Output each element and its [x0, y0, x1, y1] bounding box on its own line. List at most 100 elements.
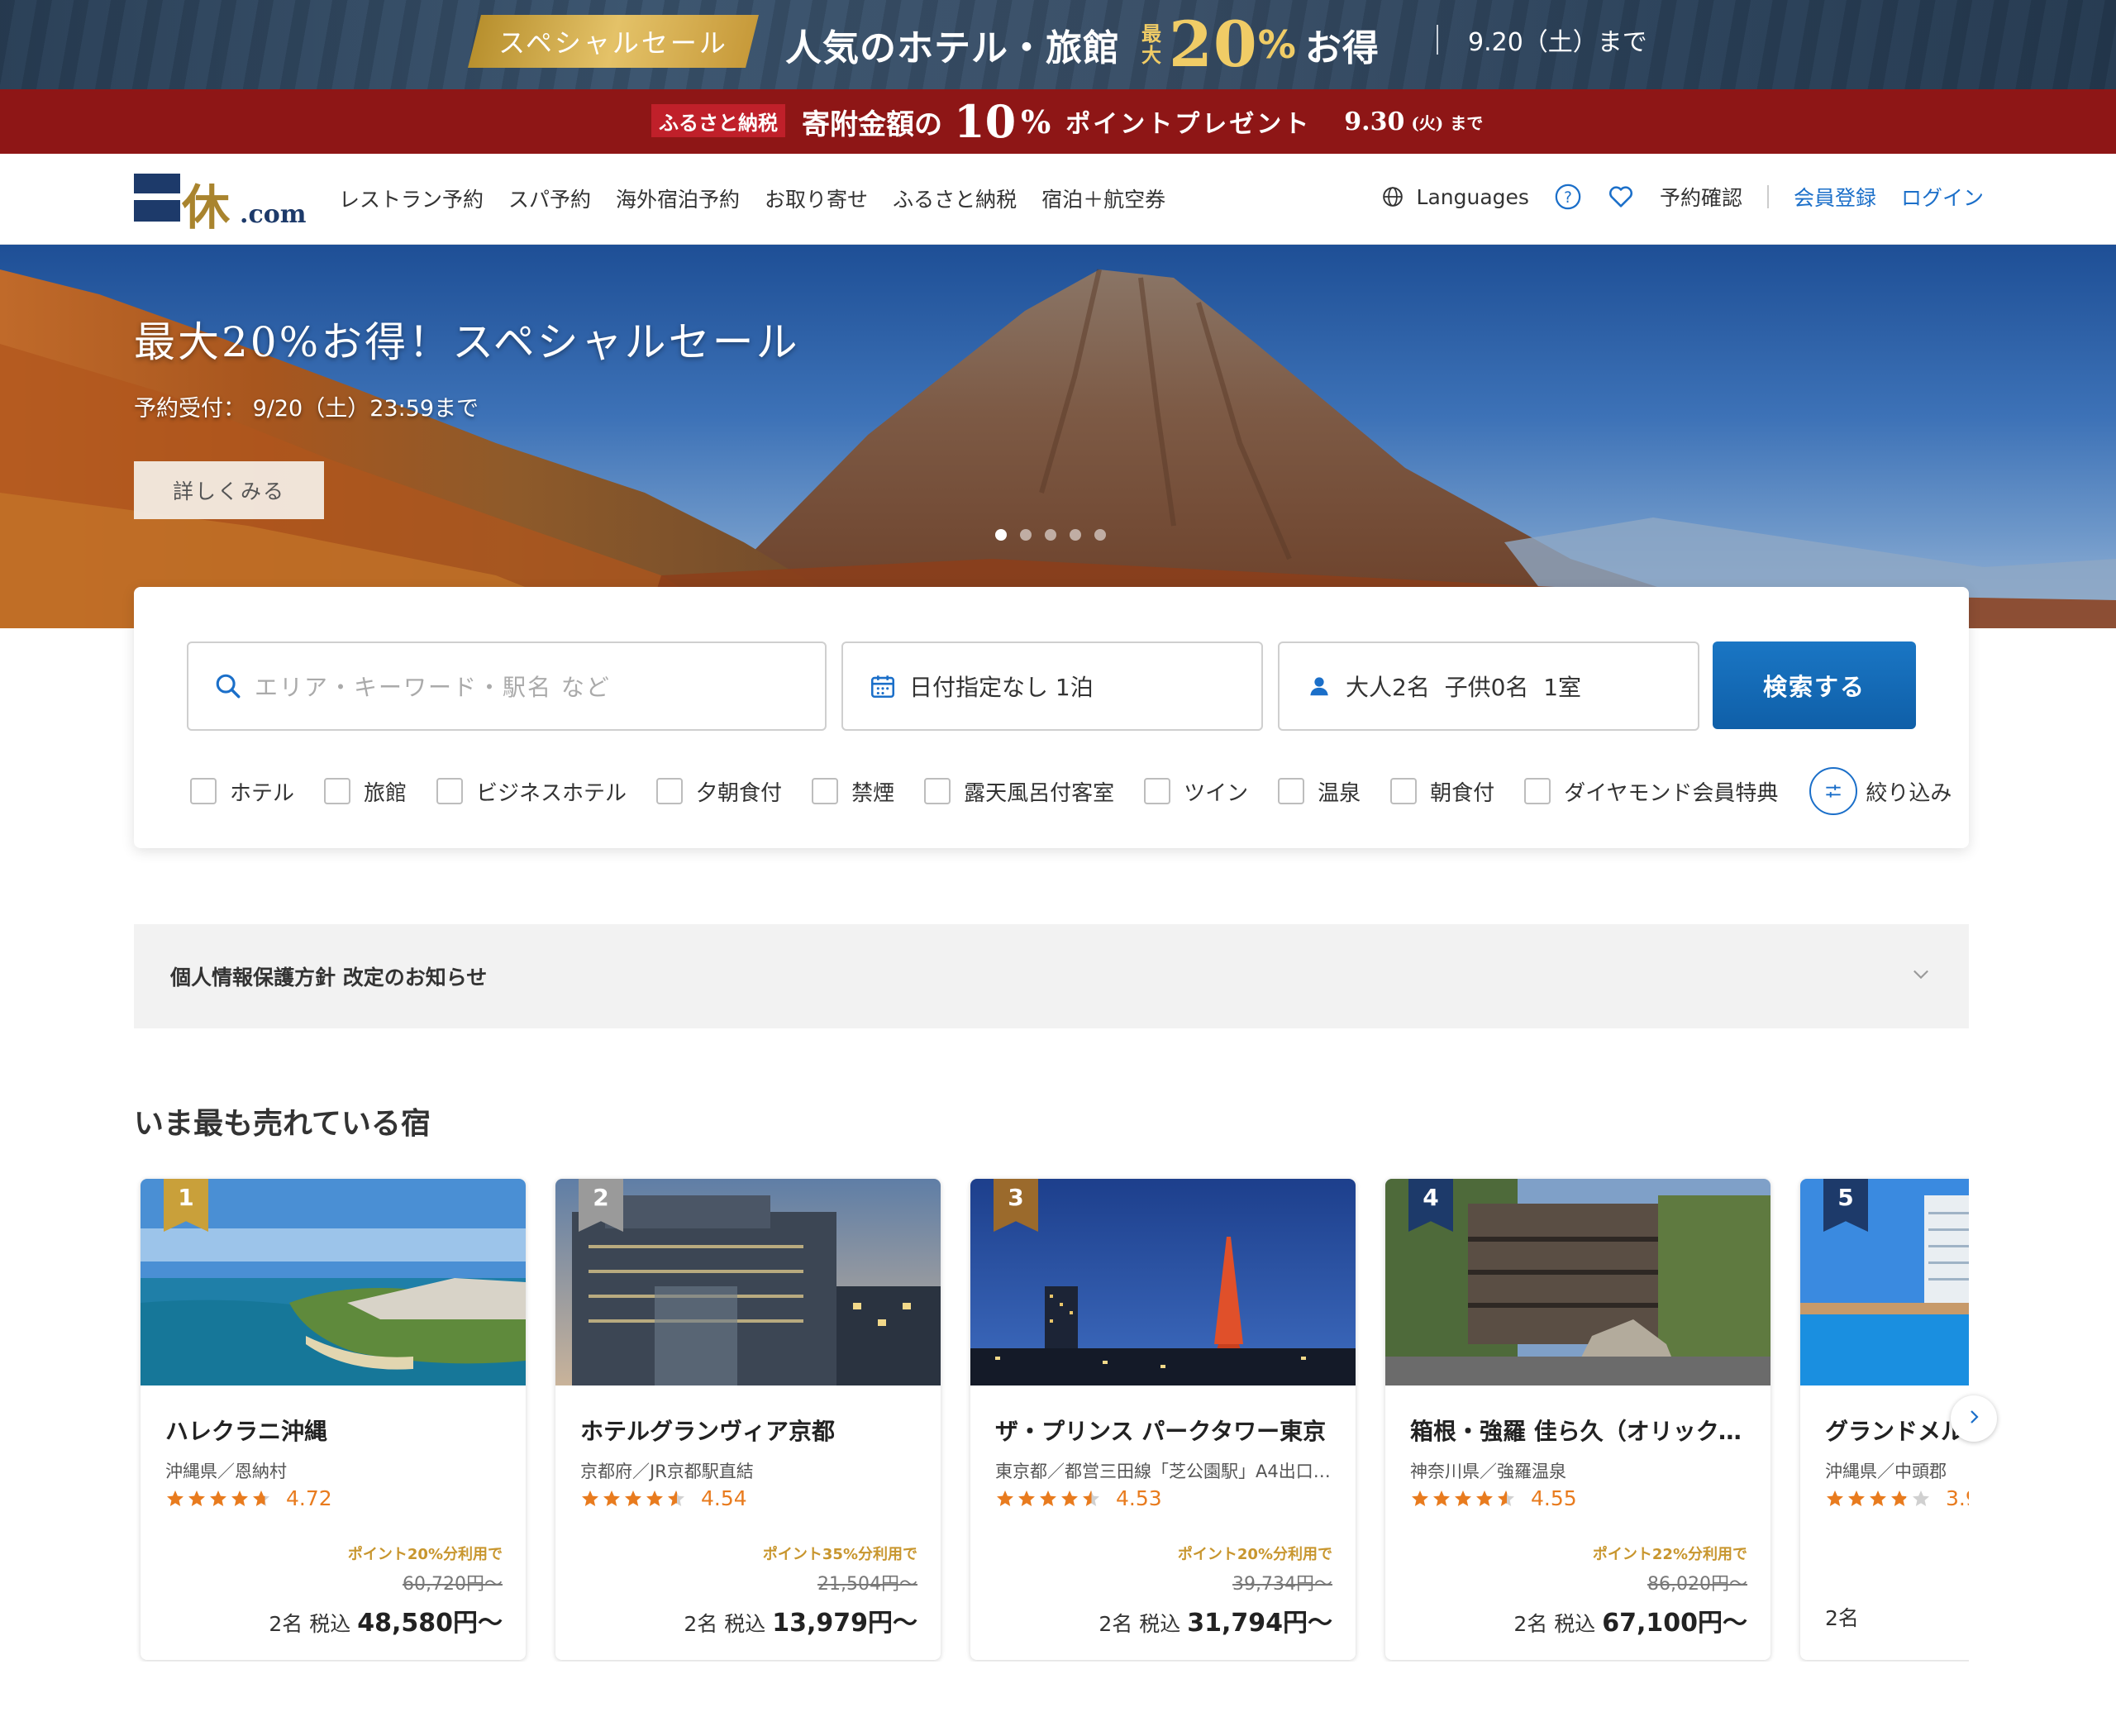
- checkbox[interactable]: [324, 778, 351, 804]
- checkbox-twin[interactable]: ツイン: [1144, 776, 1248, 807]
- help-icon[interactable]: ?: [1554, 183, 1582, 211]
- star-icon: [1455, 1490, 1471, 1506]
- nav-furusato[interactable]: ふるさと納税: [893, 184, 1017, 213]
- divider: [1766, 185, 1769, 208]
- nav-spa[interactable]: スパ予約: [508, 184, 591, 213]
- furusato-number: 10: [954, 95, 1017, 148]
- checkbox-hotel[interactable]: ホテル: [190, 776, 294, 807]
- checkbox[interactable]: [436, 778, 464, 804]
- hotel-card[interactable]: 4 箱根・強羅 佳ら久（オリックス・ホテルズ） 神奈川県／強羅温泉 4.55 ポ…: [1385, 1179, 1770, 1660]
- hotel-name[interactable]: ハレクラニ沖縄: [165, 1414, 512, 1447]
- carousel-dot[interactable]: [1020, 529, 1032, 541]
- filter-checkboxes: ホテル 旅館 ビジネスホテル 夕朝食付 禁煙 露天風呂付客室 ツイン 温泉 朝食…: [190, 767, 1952, 815]
- main-nav: レストラン予約 スパ予約 海外宿泊予約 お取り寄せ ふるさと納税 宿泊＋航空券: [339, 184, 1165, 213]
- star-icon: [603, 1490, 620, 1506]
- languages-label: Languages: [1416, 184, 1529, 209]
- checkbox[interactable]: [1144, 778, 1171, 804]
- checkbox-business-hotel[interactable]: ビジネスホテル: [436, 776, 627, 807]
- sale-promo-banner[interactable]: スペシャルセール 人気のホテル・旅館 最大 20 % お得 9.20（土）まで: [0, 0, 2116, 89]
- carousel-dot[interactable]: [1094, 529, 1106, 541]
- carousel-dot[interactable]: [1070, 529, 1081, 541]
- hotel-card[interactable]: 3 ザ・プリンス パークタワー東京 東京都／都営三田線「芝公園駅」A4出口より徒…: [970, 1179, 1356, 1660]
- hotel-name[interactable]: ザ・プリンス パークタワー東京: [995, 1414, 1342, 1447]
- hotel-card[interactable]: 2 ホテルグランヴィア京都 京都府／JR京都駅直結 4.54 ポイント35%分利…: [555, 1179, 941, 1660]
- hotel-name[interactable]: 箱根・強羅 佳ら久（オリックス・ホテルズ）: [1410, 1414, 1757, 1447]
- checkbox[interactable]: [1278, 778, 1305, 804]
- checkbox[interactable]: [812, 778, 839, 804]
- star-icon: [1412, 1490, 1428, 1506]
- carousel-dot[interactable]: [995, 529, 1007, 541]
- star-icon: [253, 1490, 269, 1506]
- carousel-dot[interactable]: [1045, 529, 1056, 541]
- logo-suffix: .com: [240, 200, 307, 229]
- discount-unit: %: [1257, 22, 1297, 67]
- date-field[interactable]: 日付指定なし 1泊: [841, 641, 1263, 731]
- carousel-dots: [995, 529, 1106, 541]
- hotel-name[interactable]: ホテルグランヴィア京都: [580, 1414, 927, 1447]
- checkbox-onsen[interactable]: 温泉: [1278, 776, 1361, 807]
- price-value: 48,580円〜: [357, 1609, 503, 1638]
- checkbox[interactable]: [190, 778, 217, 804]
- checkbox-ryokan[interactable]: 旅館: [324, 776, 407, 807]
- hero-banner[interactable]: 最大20%お得！スペシャルセール 予約受付： 9/20（土）23:59まで 詳し…: [0, 245, 2116, 628]
- point-note: ポイント22%分利用で: [1592, 1546, 1747, 1563]
- login-link[interactable]: ログイン: [1901, 182, 1984, 212]
- star-icon: [1827, 1490, 1843, 1506]
- nav-restaurant[interactable]: レストラン予約: [339, 184, 484, 213]
- nav-hotel-flight[interactable]: 宿泊＋航空券: [1041, 184, 1165, 213]
- price-prefix: 2名 税込: [684, 1612, 773, 1636]
- search-button[interactable]: 検索する: [1713, 641, 1916, 729]
- checkbox[interactable]: [656, 778, 684, 804]
- star-rating: [580, 1489, 686, 1509]
- hotel-card[interactable]: 5 グランドメルキュール沖縄残波岬リゾート 沖縄県／中頭郡 3.9 2名: [1800, 1179, 1969, 1660]
- furusato-unit: %: [1021, 103, 1051, 141]
- languages-button[interactable]: Languages: [1379, 183, 1529, 211]
- price-prefix: 2名 税込: [269, 1612, 358, 1636]
- privacy-notice[interactable]: 個人情報保護方針 改定のお知らせ: [134, 924, 1969, 1028]
- checkbox[interactable]: [1524, 778, 1551, 804]
- furusato-weekday: (火): [1411, 112, 1444, 133]
- checkbox-non-smoking[interactable]: 禁煙: [812, 776, 894, 807]
- checkbox-dinner-breakfast[interactable]: 夕朝食付: [656, 776, 782, 807]
- sale-headline-text: 人気のホテル・旅館: [785, 27, 1120, 69]
- header-actions: Languages ? 予約確認 会員登録 ログイン: [1379, 179, 1984, 215]
- furusato-promo-banner[interactable]: ふるさと納税 寄附金額の 10 % ポイントプレゼント 9.30 (火) まで: [0, 89, 2116, 154]
- guests-field[interactable]: 大人2名 子供0名 1室: [1278, 641, 1699, 731]
- nav-overseas[interactable]: 海外宿泊予約: [616, 184, 740, 213]
- carousel-next-button[interactable]: [1951, 1395, 1997, 1442]
- checkbox-label: ビジネスホテル: [476, 780, 627, 806]
- heart-icon[interactable]: [1607, 183, 1635, 211]
- star-icon: [210, 1490, 226, 1506]
- checkbox-breakfast[interactable]: 朝食付: [1390, 776, 1494, 807]
- star-icon: [231, 1490, 248, 1506]
- star-icon: [1040, 1490, 1056, 1506]
- price-prefix: 2名: [1825, 1606, 1859, 1630]
- nav-gourmet[interactable]: お取り寄せ: [765, 184, 868, 213]
- site-logo[interactable]: 休 .com: [134, 174, 307, 236]
- register-link[interactable]: 会員登録: [1794, 182, 1876, 212]
- price-value: 67,100円〜: [1602, 1609, 1747, 1638]
- hotel-area: 京都府／JR京都駅直結: [580, 1462, 754, 1481]
- star-icon: [1061, 1490, 1078, 1506]
- star-icon: [1891, 1490, 1908, 1506]
- checkbox-label: 朝食付: [1430, 780, 1495, 806]
- hero-details-button[interactable]: 詳しくみる: [134, 461, 324, 519]
- rating-score: 3.9: [1946, 1486, 1969, 1510]
- checkbox-label: 禁煙: [851, 780, 895, 806]
- price-value: 31,794円〜: [1187, 1609, 1332, 1638]
- logo-kanji: 休: [182, 179, 231, 236]
- hotel-name[interactable]: グランドメルキュール沖縄残波岬リゾート: [1825, 1414, 1969, 1447]
- rating-score: 4.72: [286, 1486, 332, 1510]
- checkbox[interactable]: [1390, 778, 1418, 804]
- hotel-card[interactable]: 1 ハレクラニ沖縄 沖縄県／恩納村 4.72 ポイント20%分利用で 60,72…: [141, 1179, 526, 1660]
- checkbox-open-air-bath[interactable]: 露天風呂付客室: [924, 776, 1114, 807]
- filter-button[interactable]: 絞り込み: [1809, 767, 1952, 815]
- original-price: 21,504円〜: [817, 1574, 917, 1595]
- checkbox[interactable]: [924, 778, 951, 804]
- hotel-rating: 4.72: [165, 1486, 332, 1510]
- reservation-check-link[interactable]: 予約確認: [1660, 182, 1742, 212]
- checkbox-diamond-member[interactable]: ダイヤモンド会員特典: [1524, 776, 1778, 807]
- checkbox-label: 温泉: [1318, 780, 1361, 806]
- star-rating: [165, 1489, 271, 1509]
- keyword-search-input[interactable]: エリア・キーワード・駅名 など: [187, 641, 827, 731]
